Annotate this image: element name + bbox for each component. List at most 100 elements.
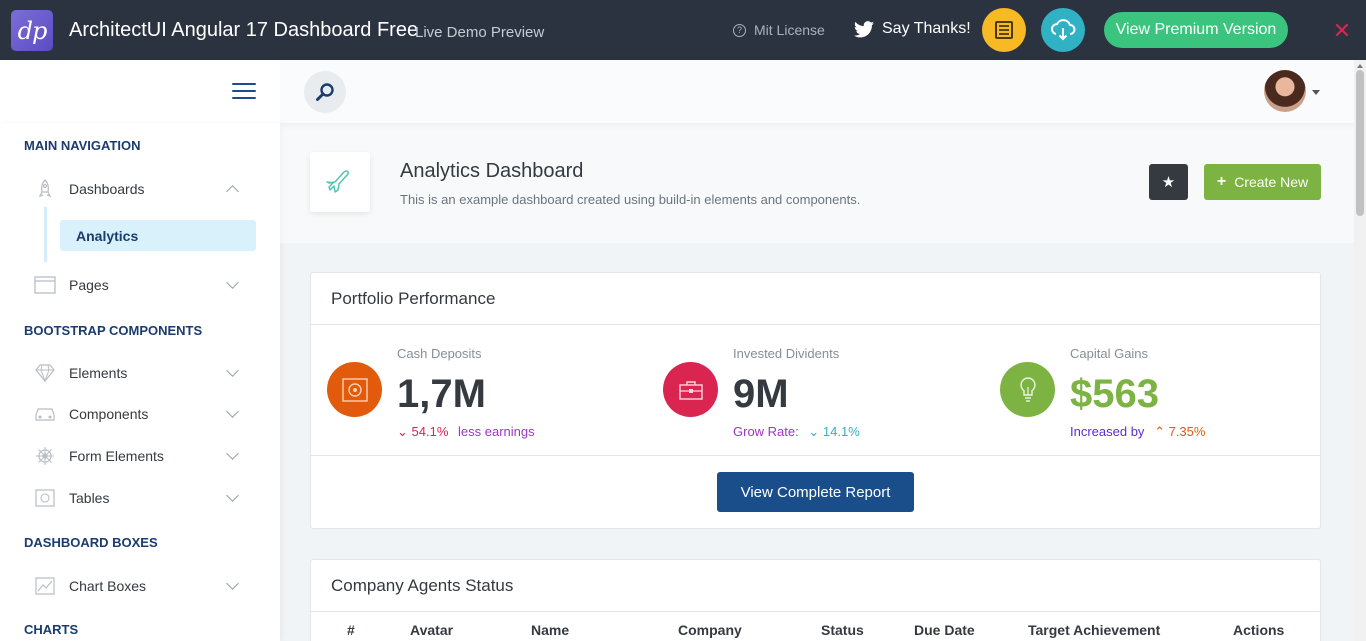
sidebar-label-elements: Elements <box>69 365 128 381</box>
chevron-down-icon <box>226 577 239 590</box>
twitter-icon <box>854 20 874 37</box>
widget-icon-dividents <box>663 362 718 417</box>
widget-label: Invested Dividents <box>733 346 840 361</box>
chevron-up-icon <box>226 185 239 198</box>
favorite-button[interactable]: ★ <box>1149 164 1188 200</box>
agents-card-title: Company Agents Status <box>311 560 1320 612</box>
sidebar-label-components: Components <box>69 406 149 422</box>
cloud-download-icon <box>1051 19 1076 41</box>
newspaper-icon <box>995 21 1013 39</box>
section-bootstrap-components: BOOTSTRAP COMPONENTS <box>24 323 203 338</box>
search-icon <box>316 83 334 101</box>
section-charts: CHARTS <box>24 622 79 637</box>
app-header <box>0 60 1354 123</box>
section-main-navigation: MAIN NAVIGATION <box>24 138 141 153</box>
view-premium-button[interactable]: View Premium Version <box>1104 12 1288 48</box>
star-icon: ★ <box>1161 174 1176 191</box>
chevron-down-icon <box>226 489 239 502</box>
widget-foot-percent: 7.35% <box>1168 424 1206 439</box>
safe-icon <box>341 377 368 402</box>
column-header: Status <box>821 622 864 638</box>
helm-icon <box>34 446 56 466</box>
close-demobar-button[interactable]: ✕ <box>1318 16 1366 46</box>
graph-icon <box>34 576 56 596</box>
chevron-down-icon <box>226 364 239 377</box>
widget-label: Capital Gains <box>1070 346 1149 361</box>
widget-footer: Increased by ⌃ 7.35% <box>1070 424 1205 440</box>
section-dashboard-boxes: DASHBOARD BOXES <box>24 535 158 550</box>
column-header: Due Date <box>914 622 975 638</box>
demo-title: ArchitectUI Angular 17 Dashboard Free <box>69 19 419 41</box>
sidebar-item-tables[interactable]: Tables <box>24 481 256 515</box>
hamburger-menu-icon[interactable] <box>232 83 256 99</box>
sidebar-item-components[interactable]: Components <box>24 397 256 431</box>
widget-foot-text: less earnings <box>458 424 535 439</box>
column-header: Actions <box>1233 622 1285 638</box>
arrow-down-icon: ⌄ <box>397 424 408 439</box>
chevron-down-icon <box>226 276 239 289</box>
sidebar-header <box>0 60 280 123</box>
widget-foot-text: Increased by <box>1070 424 1145 439</box>
chevron-down-icon[interactable] <box>1312 90 1320 95</box>
widget-foot-percent: 54.1% <box>411 424 449 439</box>
column-header: Avatar <box>410 622 454 638</box>
say-thanks-link[interactable]: Say Thanks! <box>854 20 971 38</box>
create-new-label: Create New <box>1234 174 1309 190</box>
widget-footer: Grow Rate: ⌄ 14.1% <box>733 424 860 440</box>
arrow-up-icon: ⌃ <box>1154 424 1165 439</box>
docs-button[interactable] <box>982 8 1026 52</box>
plus-icon: + <box>1216 173 1227 190</box>
sidebar-label-dashboards: Dashboards <box>69 181 145 197</box>
column-header: Target Achievement <box>1028 622 1161 638</box>
scroll-up-icon[interactable] <box>1357 64 1363 68</box>
page-title-icon-box <box>310 152 370 212</box>
display-icon <box>34 488 56 508</box>
lightbulb-icon <box>1019 376 1036 402</box>
widget-value: 9M <box>733 372 789 416</box>
column-header: Company <box>678 622 742 638</box>
widget-value: $563 <box>1070 372 1159 416</box>
sidebar-item-chart-boxes[interactable]: Chart Boxes <box>24 569 256 603</box>
sidebar-item-elements[interactable]: Elements <box>24 356 256 390</box>
rocket-icon <box>34 179 56 199</box>
widget-capital-gains: Capital Gains $563 Increased by ⌃ 7.35% <box>1000 338 1300 440</box>
widget-value: 1,7M <box>397 372 486 416</box>
scrollbar-thumb[interactable] <box>1356 70 1364 216</box>
sidebar-item-dashboards[interactable]: Dashboards <box>24 172 256 206</box>
license-link[interactable]: ? Mit License <box>733 22 825 38</box>
page-scrollbar[interactable] <box>1354 60 1366 641</box>
widget-icon-cash <box>327 362 382 417</box>
user-avatar[interactable] <box>1264 70 1306 112</box>
widget-footer: ⌄ 54.1% less earnings <box>397 424 535 440</box>
license-label: Mit License <box>754 22 825 38</box>
page-subtitle: This is an example dashboard created usi… <box>400 192 861 207</box>
chevron-down-icon <box>226 447 239 460</box>
column-header: Name <box>531 622 570 638</box>
question-icon: ? <box>733 23 746 37</box>
sidebar-item-pages[interactable]: Pages <box>24 268 256 302</box>
widget-label: Cash Deposits <box>397 346 482 361</box>
search-button[interactable] <box>304 71 346 113</box>
widget-foot-percent: 14.1% <box>822 424 860 439</box>
card-divider <box>311 455 1320 456</box>
sidebar-label-chart-boxes: Chart Boxes <box>69 578 147 594</box>
view-complete-report-button[interactable]: View Complete Report <box>717 472 914 512</box>
download-button[interactable] <box>1041 8 1085 52</box>
create-new-button[interactable]: + Create New <box>1204 164 1321 200</box>
widget-cash-deposits: Cash Deposits 1,7M ⌄ 54.1% less earnings <box>327 338 627 440</box>
briefcase-icon <box>678 380 703 400</box>
company-agents-status-card: Company Agents Status # Avatar Name Comp… <box>310 559 1321 641</box>
diamond-icon <box>34 363 56 383</box>
sidebar-label-tables: Tables <box>69 490 110 506</box>
demo-top-bar: dp ArchitectUI Angular 17 Dashboard Free… <box>0 0 1366 60</box>
sidebar: MAIN NAVIGATION Dashboards Analytics Pag… <box>0 123 280 641</box>
app-logo: dp <box>11 10 53 51</box>
column-header: # <box>347 622 355 638</box>
widget-invested-dividents: Invested Dividents 9M Grow Rate: ⌄ 14.1% <box>663 338 963 440</box>
sidebar-label-form-elements: Form Elements <box>69 448 164 464</box>
sidebar-item-form-elements[interactable]: Form Elements <box>24 439 256 473</box>
widget-foot-text: Grow Rate: <box>733 424 799 439</box>
sidebar-item-analytics[interactable]: Analytics <box>60 220 256 251</box>
portfolio-card-title: Portfolio Performance <box>311 273 1320 325</box>
browser-icon <box>34 275 56 295</box>
